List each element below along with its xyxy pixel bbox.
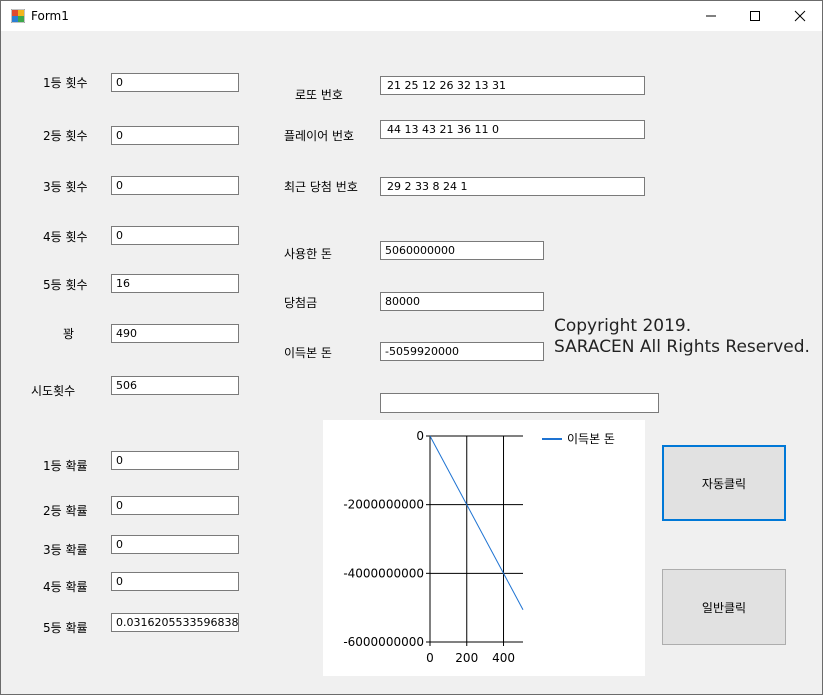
copyright-text: Copyright 2019. SARACEN All Rights Reser…: [554, 316, 810, 358]
profit-label: 이득본 돈: [284, 346, 332, 360]
fourth-count-label: 4등 횟수: [43, 230, 88, 244]
lotto-number-label: 로또 번호: [295, 88, 343, 102]
second-count-label: 2등 횟수: [43, 129, 88, 143]
prize-field[interactable]: 80000: [380, 292, 544, 311]
auto-click-button[interactable]: 자동클릭: [662, 445, 786, 521]
third-count-field[interactable]: 0: [111, 176, 239, 195]
fourth-count-field[interactable]: 0: [111, 226, 239, 245]
close-icon: [794, 10, 806, 22]
y-tick-label-2: -4000000000: [343, 566, 424, 580]
first-prob-field[interactable]: 0: [111, 451, 239, 470]
third-prob-field[interactable]: 0: [111, 535, 239, 554]
second-prob-field[interactable]: 0: [111, 496, 239, 515]
first-count-label: 1등 횟수: [43, 76, 88, 90]
fourth-prob-label: 4등 확률: [43, 580, 88, 594]
fifth-count-field[interactable]: 16: [111, 274, 239, 293]
third-prob-label: 3등 확률: [43, 543, 88, 557]
spent-money-label: 사용한 돈: [284, 247, 332, 261]
close-button[interactable]: [777, 1, 823, 31]
recent-winning-label: 최근 당첨 번호: [284, 180, 358, 194]
prize-label: 당첨금: [284, 296, 318, 310]
maximize-button[interactable]: [732, 1, 778, 31]
profit-chart-svg: 0-2000000000-4000000000-60000000000 200 40…: [343, 429, 615, 665]
y-tick-label-0: 0: [416, 429, 424, 443]
y-tick-label-1: -2000000000: [343, 498, 424, 512]
profit-chart: 0 -2000000000 -4000000000 -6000000000 0 200 40…: [323, 420, 645, 676]
app-icon: [11, 9, 25, 23]
miss-label: 꽝: [63, 327, 75, 341]
y-tick-label-3: -6000000000: [343, 635, 424, 649]
player-number-field[interactable]: 44 13 43 21 36 11 0: [380, 120, 645, 139]
extra-textbox[interactable]: [380, 393, 659, 413]
minimize-icon: [706, 15, 716, 17]
window-title: Form1: [31, 9, 69, 23]
x-tick-label-2: 400: [492, 651, 515, 665]
maximize-icon: [750, 11, 760, 21]
spent-money-field[interactable]: 5060000000: [380, 241, 544, 260]
first-count-field[interactable]: 0: [111, 73, 239, 92]
minimize-button[interactable]: [688, 1, 734, 31]
fifth-prob-field[interactable]: 0.0316205533596838: [111, 613, 239, 632]
recent-winning-field[interactable]: 29 2 33 8 24 1: [380, 177, 645, 196]
first-prob-label: 1등 확률: [43, 459, 88, 473]
title-bar[interactable]: Form1: [1, 1, 822, 31]
fifth-count-label: 5등 횟수: [43, 278, 88, 292]
copyright-line-1: Copyright 2019.: [554, 316, 692, 336]
copyright-line-2: SARACEN All Rights Reserved.: [554, 337, 810, 357]
third-count-label: 3등 횟수: [43, 180, 88, 194]
lotto-number-field[interactable]: 21 25 12 26 32 13 31: [380, 76, 645, 95]
legend-label-0: 이득본 돈: [567, 432, 615, 446]
second-count-field[interactable]: 0: [111, 126, 239, 145]
attempts-field[interactable]: 506: [111, 376, 239, 395]
x-tick-label-1: 200: [455, 651, 478, 665]
player-number-label: 플레이어 번호: [284, 129, 355, 143]
miss-count-field[interactable]: 490: [111, 324, 239, 343]
main-window: Form1 1등 횟수 0 2등 횟수 0 3등 횟수 0 4등 횟수 0 5등…: [0, 0, 823, 695]
normal-click-button[interactable]: 일반클릭: [662, 569, 786, 645]
attempts-label: 시도횟수: [31, 384, 76, 398]
fourth-prob-field[interactable]: 0: [111, 572, 239, 591]
x-tick-label-0: 0: [426, 651, 434, 665]
profit-field[interactable]: -5059920000: [380, 342, 544, 361]
second-prob-label: 2등 확률: [43, 504, 88, 518]
series-line-0: [429, 435, 524, 610]
fifth-prob-label: 5등 확률: [43, 621, 88, 635]
